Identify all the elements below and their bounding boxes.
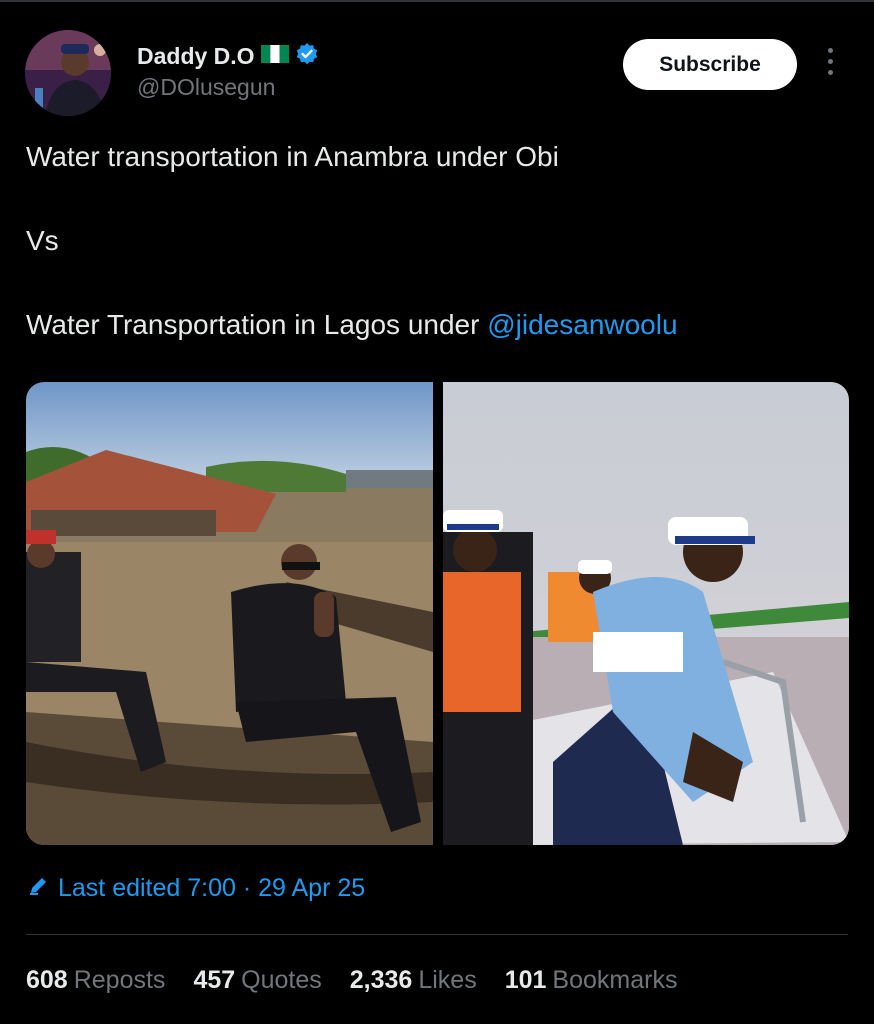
bookmarks-stat[interactable]: 101 Bookmarks — [505, 966, 678, 995]
tweet-line-1: Water transportation in Anambra under Ob… — [26, 141, 559, 172]
stats-divider — [26, 934, 848, 935]
subscribe-button[interactable]: Subscribe — [623, 39, 797, 90]
media-grid — [26, 382, 849, 845]
avatar[interactable] — [25, 30, 111, 116]
tweet-text: Water transportation in Anambra under Ob… — [26, 136, 846, 346]
author-name-row[interactable]: Daddy D.O — [137, 40, 319, 72]
verified-badge-icon — [295, 42, 319, 71]
author-handle[interactable]: @DOlusegun — [137, 74, 275, 101]
mention-link[interactable]: @jidesanwoolu — [487, 309, 677, 340]
more-options-icon[interactable] — [820, 48, 840, 82]
top-divider — [0, 0, 874, 2]
quotes-stat[interactable]: 457 Quotes — [193, 966, 321, 995]
reposts-stat[interactable]: 608 Reposts — [26, 966, 165, 995]
author-display-name[interactable]: Daddy D.O — [137, 43, 255, 70]
likes-stat[interactable]: 2,336 Likes — [350, 966, 477, 995]
photo-officials-on-boat-in-life-jackets[interactable] — [443, 382, 849, 845]
tweet-line-2: Vs — [26, 225, 59, 256]
tweet-line-3: Water Transportation in Lagos under @jid… — [26, 304, 846, 346]
pencil-icon — [28, 874, 50, 903]
nigeria-flag-icon — [260, 44, 289, 68]
edit-history-link[interactable]: Last edited 7:00 · 29 Apr 25 — [28, 874, 365, 903]
photo-men-in-canoe-flooded-river[interactable] — [26, 382, 433, 845]
edited-label[interactable]: Last edited 7:00 · 29 Apr 25 — [58, 874, 365, 903]
tweet-line-3-text: Water Transportation in Lagos under — [26, 309, 488, 340]
engagement-stats: 608 Reposts 457 Quotes 2,336 Likes 101 Bookm… — [26, 966, 677, 995]
